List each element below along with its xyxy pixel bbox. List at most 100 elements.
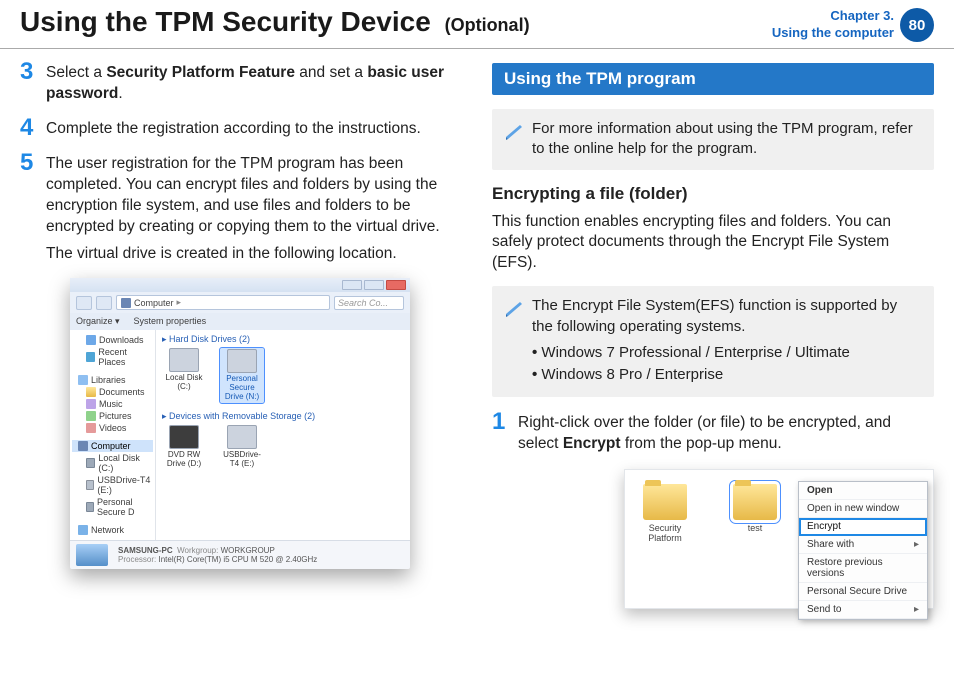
os-item-2: Windows 8 Pro / Enterprise (532, 365, 922, 385)
explorer-screenshot: Computer ▸ Search Co... Organize ▾ Syste… (70, 278, 410, 569)
maximize-button[interactable] (364, 280, 384, 290)
nav-downloads[interactable]: Downloads (72, 334, 153, 346)
computer-thumb-icon (76, 544, 108, 566)
section-hdd: ▸ Hard Disk Drives (2) (162, 334, 404, 345)
usb-icon (86, 480, 94, 490)
psd-drive-icon (227, 349, 257, 373)
drive-local-c[interactable]: Local Disk (C:) (162, 348, 206, 402)
title-text: Using the TPM Security Device (20, 6, 431, 37)
page-number-badge: 80 (900, 8, 934, 42)
content-pane: ▸ Hard Disk Drives (2) Local Disk (C:) P… (156, 330, 410, 540)
info-note-2: The Encrypt File System(EFS) function is… (492, 286, 934, 397)
menu-restore-previous[interactable]: Restore previous versions (799, 554, 927, 583)
dvd-icon (169, 425, 199, 449)
nav-recent[interactable]: Recent Places (72, 346, 153, 368)
menu-open[interactable]: Open (799, 482, 927, 500)
drive-dvd[interactable]: DVD RW Drive (D:) (162, 425, 206, 469)
status-bar: SAMSUNG-PC Workgroup: WORKGROUP Processo… (70, 540, 410, 569)
folder-security-platform[interactable]: Security Platform (635, 484, 695, 608)
address-bar: Computer ▸ Search Co... (70, 292, 410, 313)
psd-icon (86, 502, 94, 512)
step-5-p2: The virtual drive is created in the foll… (46, 244, 460, 265)
drive-usb[interactable]: USBDrive-T4 (E:) (220, 425, 264, 469)
os-item-1: Windows 7 Professional / Enterprise / Ul… (532, 343, 922, 363)
back-button[interactable] (76, 296, 92, 310)
pc-name: SAMSUNG-PC (118, 546, 173, 555)
chapter-line-1: Chapter 3. (772, 8, 894, 25)
close-button[interactable] (386, 280, 406, 290)
folder-icon (643, 484, 687, 520)
breadcrumb-root: Computer (134, 298, 174, 308)
videos-icon (86, 423, 96, 433)
nav-psd[interactable]: Personal Secure D (72, 496, 153, 518)
toolbar-system-properties[interactable]: System properties (134, 316, 207, 327)
usb-drive-icon (227, 425, 257, 449)
minimize-button[interactable] (342, 280, 362, 290)
menu-encrypt[interactable]: Encrypt (799, 518, 927, 536)
right-column: Using the TPM program For more informati… (492, 63, 934, 609)
info-note-1-text: For more information about using the TPM… (532, 119, 922, 160)
breadcrumb[interactable]: Computer ▸ (116, 295, 330, 310)
subhead-para: This function enables encrypting files a… (492, 212, 934, 275)
menu-send-to[interactable]: Send to▸ (799, 601, 927, 619)
nav-pane: Downloads Recent Places Libraries Docume… (70, 330, 156, 540)
network-icon (78, 525, 88, 535)
nav-pictures[interactable]: Pictures (72, 410, 153, 422)
menu-personal-secure-drive[interactable]: Personal Secure Drive (799, 583, 927, 601)
nav-computer[interactable]: Computer (72, 440, 153, 452)
step-5: 5 The user registration for the TPM prog… (20, 154, 460, 265)
hdd-icon (169, 348, 199, 372)
chapter-label: Chapter 3. Using the computer (772, 8, 894, 42)
forward-button[interactable] (96, 296, 112, 310)
title-suffix: (Optional) (445, 15, 530, 35)
step-3: 3 Select a Security Platform Feature and… (20, 63, 460, 105)
toolbar: Organize ▾ System properties (70, 313, 410, 330)
chapter-line-2: Using the computer (772, 25, 894, 42)
info-note-1: For more information about using the TPM… (492, 109, 934, 170)
page-title: Using the TPM Security Device (Optional) (20, 6, 772, 38)
documents-icon (86, 387, 96, 397)
subhead-encrypting: Encrypting a file (folder) (492, 184, 934, 204)
info-note-2-lead: The Encrypt File System(EFS) function is… (532, 296, 922, 337)
page-header: Using the TPM Security Device (Optional)… (0, 0, 954, 42)
nav-usb[interactable]: USBDrive-T4 (E:) (72, 474, 153, 496)
libraries-icon (78, 375, 88, 385)
step-4-number: 4 (20, 116, 36, 140)
note-icon (504, 298, 524, 318)
step-3-number: 3 (20, 60, 36, 105)
context-menu-screenshot: Security Platform test Open Open in new … (624, 469, 934, 609)
folder-icon (733, 484, 777, 520)
note-icon (504, 121, 524, 141)
step-1-text: Right-click over the folder (or file) to… (518, 413, 934, 455)
step-4-text: Complete the registration according to t… (46, 119, 460, 140)
downloads-icon (86, 335, 96, 345)
pictures-icon (86, 411, 96, 421)
window-titlebar (70, 278, 410, 292)
hdd-icon (86, 458, 95, 468)
music-icon (86, 399, 96, 409)
chevron-right-icon: ▸ (914, 604, 919, 615)
step-4: 4 Complete the registration according to… (20, 119, 460, 140)
nav-music[interactable]: Music (72, 398, 153, 410)
menu-open-new-window[interactable]: Open in new window (799, 500, 927, 518)
context-menu: Open Open in new window Encrypt Share wi… (798, 481, 928, 620)
step-1-right: 1 Right-click over the folder (or file) … (492, 413, 934, 455)
computer-icon (121, 298, 131, 308)
nav-documents[interactable]: Documents (72, 386, 153, 398)
nav-local-c[interactable]: Local Disk (C:) (72, 452, 153, 474)
section-removable: ▸ Devices with Removable Storage (2) (162, 411, 404, 422)
section-banner: Using the TPM program (492, 63, 934, 95)
drive-personal-secure[interactable]: Personal Secure Drive (N:) (220, 348, 264, 402)
nav-libraries[interactable]: Libraries (72, 374, 153, 386)
nav-videos[interactable]: Videos (72, 422, 153, 434)
chevron-right-icon: ▸ (914, 539, 919, 550)
folder-test[interactable]: test (725, 484, 785, 608)
step-5-number: 5 (20, 151, 36, 265)
left-column: 3 Select a Security Platform Feature and… (20, 63, 460, 609)
step-3-text: Select a Security Platform Feature and s… (46, 63, 460, 105)
nav-network[interactable]: Network (72, 524, 153, 536)
menu-share-with[interactable]: Share with▸ (799, 536, 927, 554)
toolbar-organize[interactable]: Organize ▾ (76, 316, 120, 327)
recent-icon (86, 352, 95, 362)
search-input[interactable]: Search Co... (334, 296, 404, 310)
